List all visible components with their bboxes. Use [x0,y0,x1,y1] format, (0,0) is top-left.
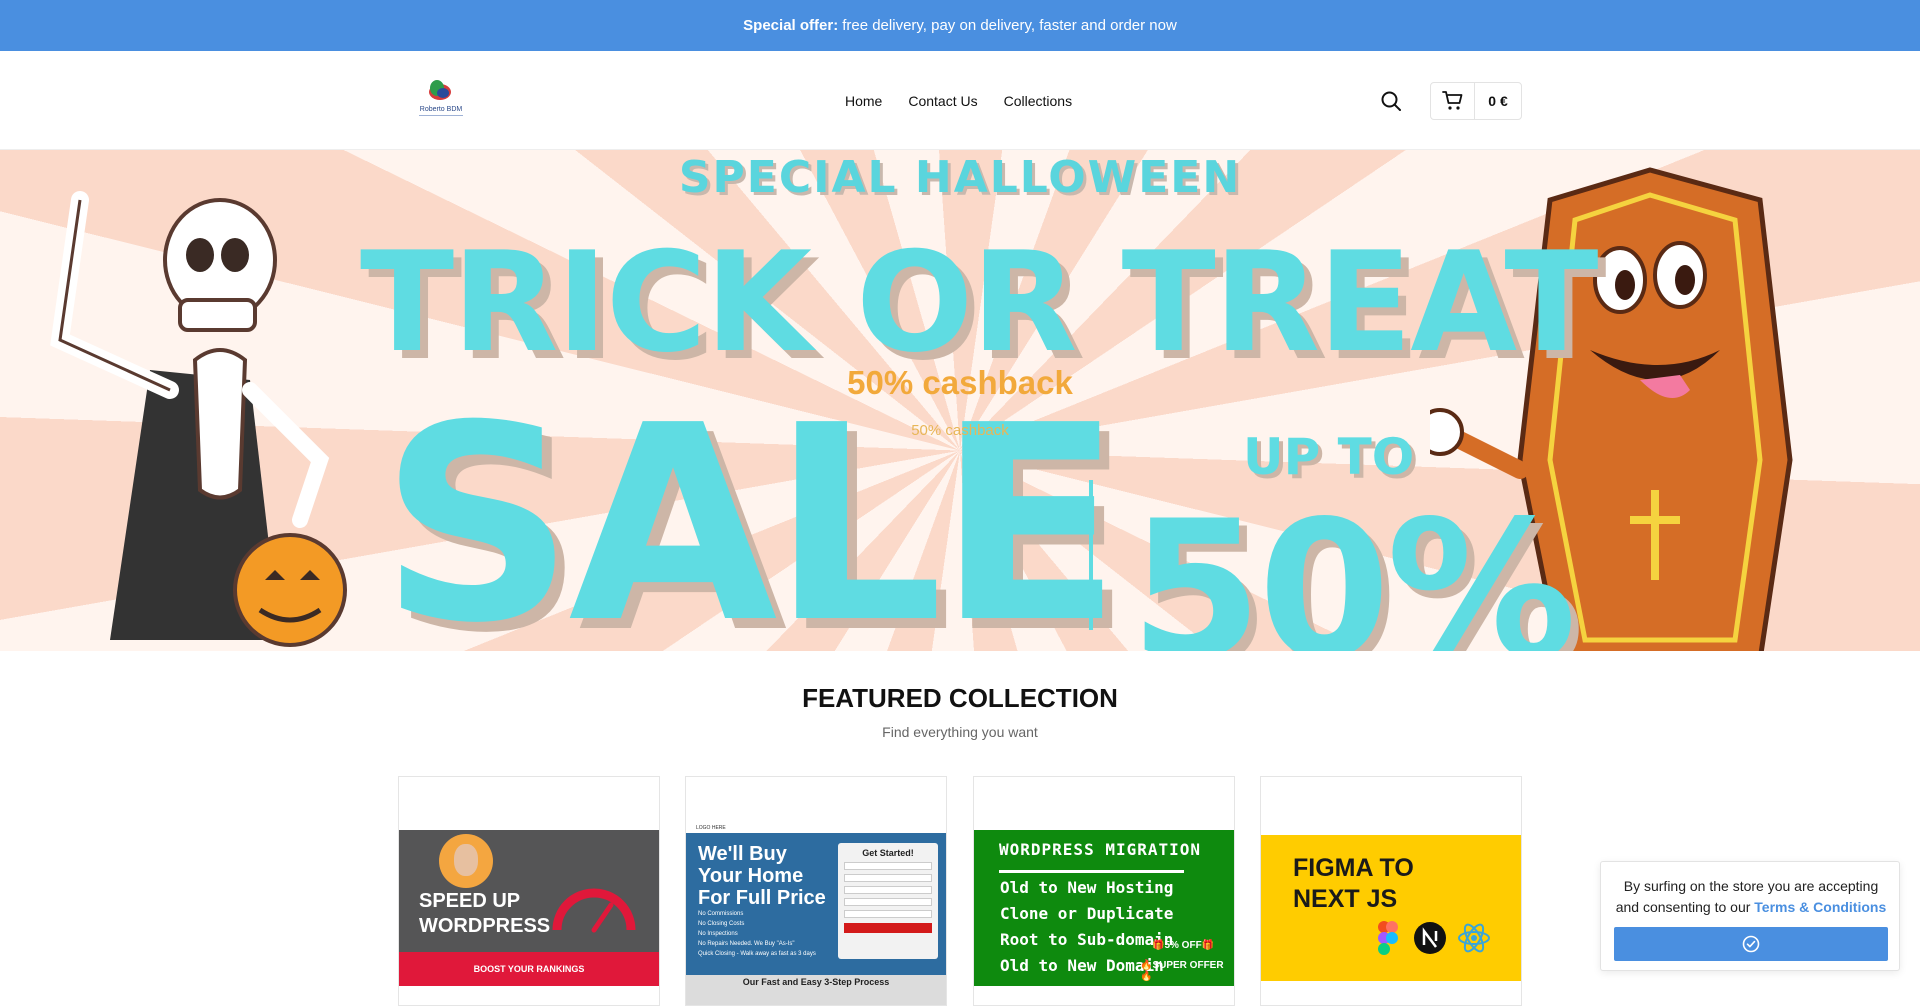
logo-underline [419,115,463,116]
product-image: SPEED UP WORDPRESS BOOST YOUR RANKINGS [399,830,659,986]
list-item: No Inspections [698,931,738,937]
hero-title-halloween: SPECIAL HALLOWEEN [678,152,1242,203]
form-title: Get Started! [862,848,914,858]
card-title-line: NEXT JS [1293,885,1398,913]
product-image: WORDPRESS MIGRATION Old to New Hosting C… [974,830,1234,986]
cart-total: 0 € [1488,93,1508,109]
card-title-line: For Full Price [698,887,826,909]
product-card-figma-to-next-js[interactable]: FIGMA TO NEXT JS [1260,776,1522,1006]
hero-percent: 50% [1130,480,1577,651]
cookie-consent: By surfing on the store you are acceptin… [1600,861,1900,971]
card-row: Root to Sub-domain [1000,930,1174,949]
cart-button[interactable]: 0 € [1430,82,1522,120]
speedometer-icon [552,888,636,933]
list-item: Quick Closing - Walk away as fast as 3 d… [698,951,816,957]
product-card-wordpress-migration[interactable]: WORDPRESS MIGRATION Old to New Hosting C… [973,776,1235,1006]
card-logo-text: LOGO HERE [686,823,946,833]
card-title-line: We'll Buy [698,843,787,865]
hero-title-trick-or-treat: TRICK OR TREAT [360,222,1599,383]
product-image: LOGO HERE We'll Buy Your Home For Full P… [686,823,946,1005]
check-circle-icon [1742,935,1760,953]
figma-icon [1378,921,1398,955]
list-item: No Repairs Needed. We Buy "As-Is" [698,941,795,947]
nav-collections[interactable]: Collections [1004,93,1072,109]
announcement-label: Special offer: [743,17,839,34]
avatar [439,834,493,888]
announcement-bar: Special offer: free delivery, pay on del… [0,0,1920,51]
featured-collection-subtitle: Find everything you want [882,724,1038,740]
card-form: Get Started! [838,843,938,959]
logo-icon [429,80,451,100]
nextjs-icon [1414,922,1446,954]
product-card-speed-up-wordpress[interactable]: SPEED UP WORDPRESS BOOST YOUR RANKINGS [398,776,660,1006]
nav-home[interactable]: Home [845,93,882,109]
product-card-we-buy-your-home[interactable]: LOGO HERE We'll Buy Your Home For Full P… [685,776,947,1006]
announcement-text: free delivery, pay on delivery, faster a… [842,17,1177,34]
card-title-line: SPEED UP [419,890,521,912]
card-row: Clone or Duplicate [1000,904,1174,923]
card-badge: 🔥SUPER OFFER🔥 [1140,960,1224,982]
card-heading: WORDPRESS MIGRATION [999,840,1202,859]
search-icon[interactable] [1380,90,1402,112]
hero-cashback-subtitle: 50% cashback [911,422,1009,439]
accept-cookie-button[interactable] [1614,927,1888,961]
card-title-line: Your Home [698,865,804,887]
hero-cashback: 50% cashback [847,364,1073,401]
list-item: No Closing Costs [698,921,745,927]
logo-text: Roberto BDM [419,106,463,113]
card-badge: 🎁5% OFF🎁 [1152,940,1215,951]
nav-contact-us[interactable]: Contact Us [908,93,977,109]
terms-link[interactable]: Terms & Conditions [1754,899,1886,915]
logo[interactable]: Roberto BDM [413,76,469,122]
site-header: Roberto BDM Home Contact Us Collections … [0,51,1920,150]
cart-icon [1441,91,1462,110]
card-title-line: WORDPRESS [419,915,551,937]
card-strip: BOOST YOUR RANKINGS [399,952,659,986]
react-icon [1458,923,1490,953]
main-nav: Home Contact Us Collections [845,51,1098,150]
card-bottom-caption: Our Fast and Easy 3-Step Process [686,975,946,1005]
hero-divider [1089,480,1093,630]
product-image: FIGMA TO NEXT JS [1261,835,1521,981]
card-row: Old to New Hosting [1000,878,1174,897]
list-item: No Commissions [698,911,744,917]
hero-banner[interactable]: SPECIAL HALLOWEEN TRICK OR TREAT SALE UP… [0,150,1920,651]
card-bullet-list: No Commissions No Closing Costs No Inspe… [698,909,816,959]
card-title-line: FIGMA TO [1293,854,1414,882]
featured-collection-title: FEATURED COLLECTION [802,683,1118,713]
